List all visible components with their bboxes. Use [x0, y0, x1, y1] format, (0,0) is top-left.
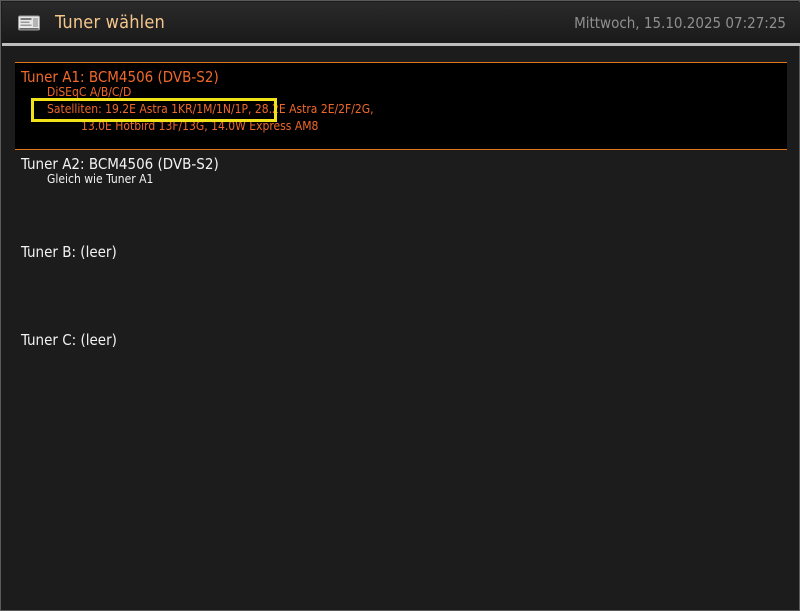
tuner-item-b[interactable]: Tuner B: (leer)	[15, 238, 787, 326]
tuner-item-c[interactable]: Tuner C: (leer)	[15, 326, 787, 414]
header-divider	[2, 43, 800, 46]
tuner-satellites-line-continued: 13.0E Hotbird 13F/13G, 14.0W Express AM8	[81, 119, 319, 133]
page-title: Tuner wählen	[55, 12, 166, 33]
tuner-item-a2[interactable]: Tuner A2: BCM4506 (DVB-S2) Gleich wie Tu…	[15, 150, 787, 238]
tuner-title: Tuner C: (leer)	[21, 331, 117, 349]
tuner-title: Tuner B: (leer)	[21, 243, 117, 261]
tuner-title: Tuner A1: BCM4506 (DVB-S2)	[21, 68, 219, 86]
tuner-selection-screen: Tuner wählen Mittwoch, 15.10.2025 07:27:…	[0, 0, 800, 611]
tuner-config-summary: Gleich wie Tuner A1	[47, 172, 154, 186]
tuner-item-a1[interactable]: Tuner A1: BCM4506 (DVB-S2) DiSEqC A/B/C/…	[15, 62, 787, 150]
header-bar: Tuner wählen Mittwoch, 15.10.2025 07:27:…	[2, 2, 800, 43]
tuner-setup-icon	[18, 15, 40, 31]
tuner-diseqc-mode: DiSEqC A/B/C/D	[47, 85, 132, 99]
tuner-satellites-line: Satelliten: 19.2E Astra 1KR/1M/1N/1P, 28…	[47, 102, 374, 116]
date-time-display: Mittwoch, 15.10.2025 07:27:25	[574, 14, 786, 32]
tuner-title: Tuner A2: BCM4506 (DVB-S2)	[21, 155, 219, 173]
tuner-list: Tuner A1: BCM4506 (DVB-S2) DiSEqC A/B/C/…	[15, 62, 787, 414]
